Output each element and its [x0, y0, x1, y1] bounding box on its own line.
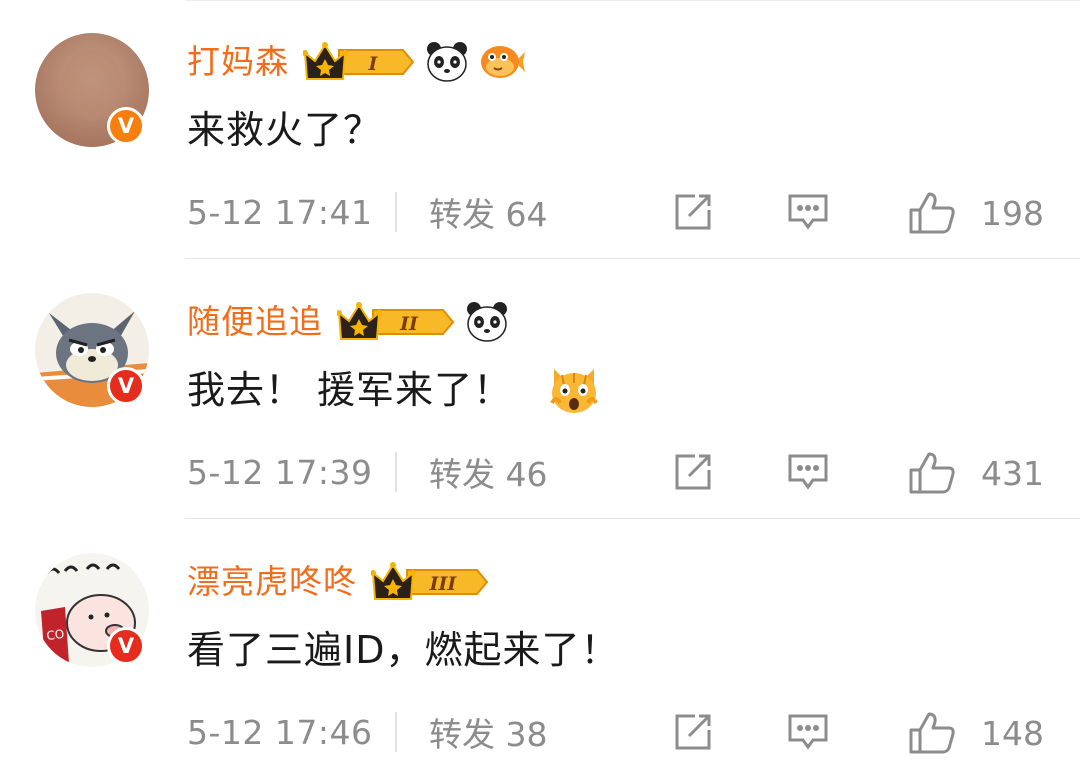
svg-text:III: III	[429, 573, 458, 595]
comment-icon[interactable]	[787, 452, 829, 494]
verified-badge-icon: V	[107, 107, 145, 145]
repost-button[interactable]: 转发 38	[429, 708, 547, 756]
panda-icon	[425, 40, 469, 84]
repost-button[interactable]: 转发 64	[429, 188, 547, 236]
svg-text:I: I	[368, 53, 379, 75]
crown-level-icon[interactable]: III	[371, 561, 489, 603]
timestamp: 5-12 17:39	[187, 452, 373, 492]
timestamp: 5-12 17:46	[187, 712, 373, 752]
comment-icon[interactable]	[787, 712, 829, 754]
like-button[interactable]: 148	[909, 712, 1044, 754]
share-icon[interactable]	[673, 452, 713, 492]
comment-icon[interactable]	[787, 192, 829, 234]
comment-item: CO V 漂亮虎咚咚 III 看了三遍ID，燃起来了！ 5-12 17:46 转…	[0, 520, 1080, 779]
panda-icon	[465, 300, 509, 344]
repost-button[interactable]: 转发 46	[429, 448, 547, 496]
username[interactable]: 打妈森	[187, 38, 289, 86]
share-icon[interactable]	[673, 192, 713, 232]
svg-text:CO: CO	[46, 627, 66, 643]
like-button[interactable]: 198	[909, 192, 1044, 234]
verified-badge-icon: V	[107, 367, 145, 405]
verified-badge-icon: V	[107, 627, 145, 665]
comment-item: V 随便追追 II 我去！ 援军来了！ 5-12 17:39 转发 46 431	[0, 260, 1080, 519]
scared-cat-icon	[548, 365, 600, 415]
share-icon[interactable]	[673, 712, 713, 752]
fish-icon	[479, 40, 525, 84]
like-button[interactable]: 431	[909, 452, 1044, 494]
comment-text: 看了三遍ID，燃起来了！	[187, 628, 620, 672]
like-count: 198	[981, 193, 1044, 233]
svg-text:II: II	[399, 313, 419, 335]
timestamp: 5-12 17:41	[187, 192, 373, 232]
comment-divider	[185, 518, 1080, 519]
meta-divider	[395, 192, 397, 232]
meta-divider	[395, 452, 397, 492]
meta-divider	[395, 712, 397, 752]
thumbs-up-icon	[909, 192, 955, 234]
comment-text: 我去！ 援军来了！	[187, 364, 600, 416]
thumbs-up-icon	[909, 712, 955, 754]
crown-level-icon[interactable]: II	[337, 301, 455, 343]
thumbs-up-icon	[909, 452, 955, 494]
comment-text: 来救火了？	[187, 108, 383, 152]
comment-divider	[185, 258, 1080, 259]
crown-level-icon[interactable]: I	[303, 41, 415, 83]
comment-item: V 打妈森 I 来救火了？ 5-12 17:41 转发 64 198	[0, 0, 1080, 259]
like-count: 431	[981, 453, 1044, 493]
like-count: 148	[981, 713, 1044, 753]
username[interactable]: 随便追追	[187, 298, 323, 346]
username[interactable]: 漂亮虎咚咚	[187, 558, 357, 606]
